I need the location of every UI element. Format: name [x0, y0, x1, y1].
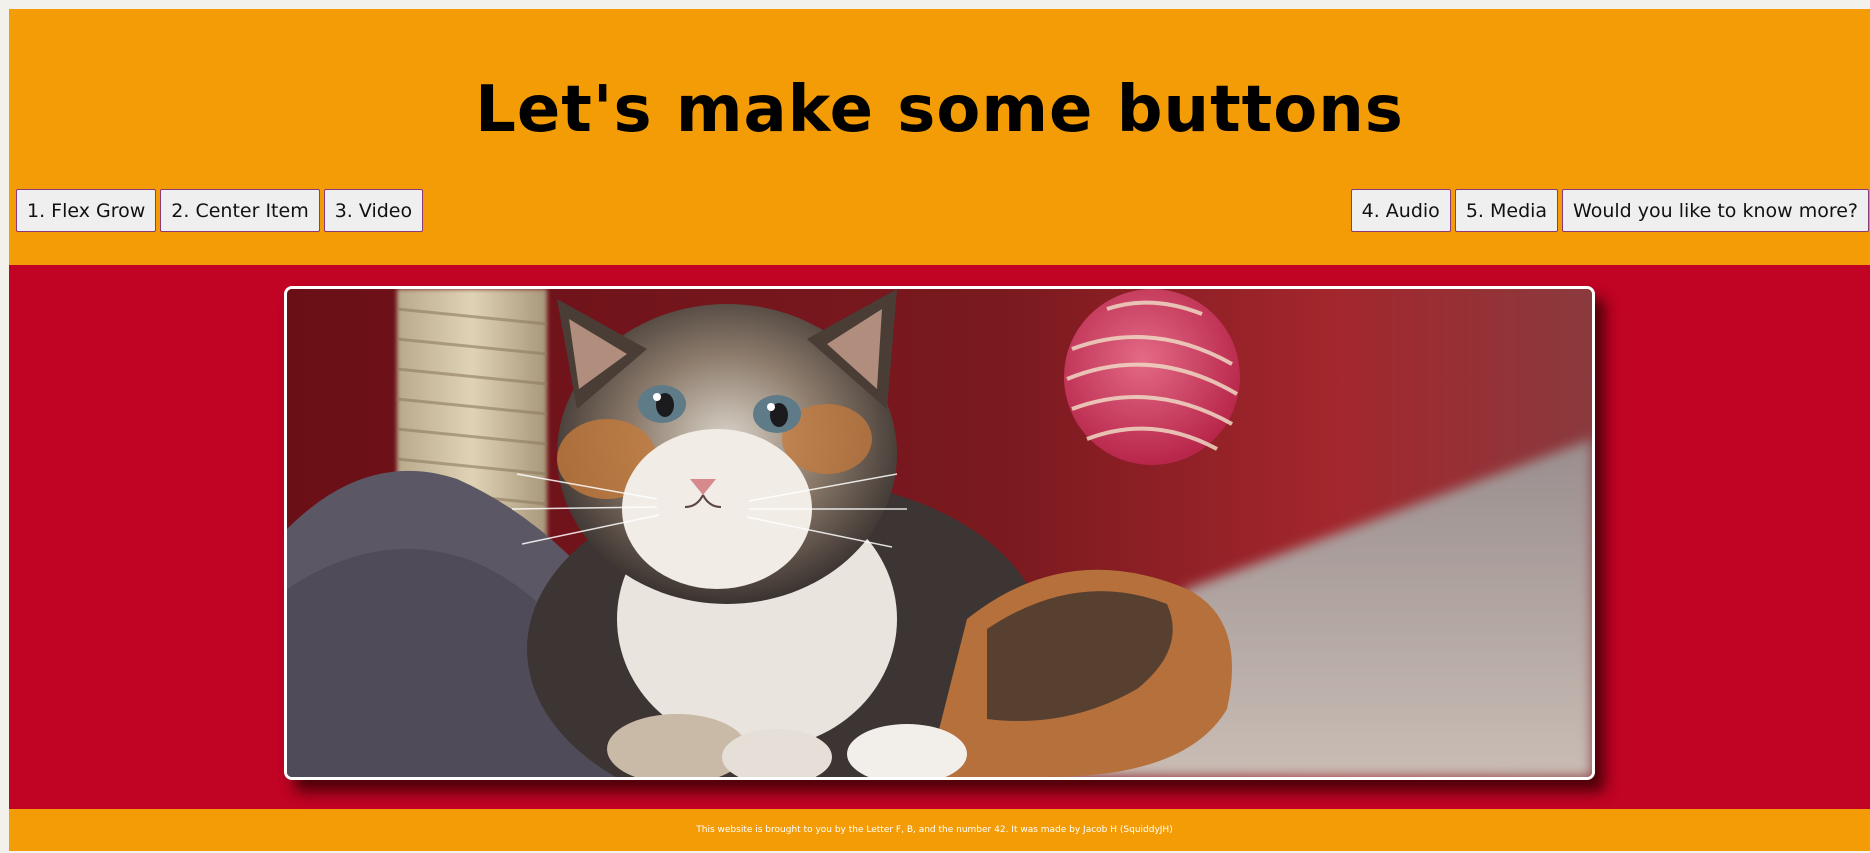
know-more-button[interactable]: Would you like to know more? [1562, 189, 1869, 232]
kitten-image [284, 286, 1595, 780]
kitten-illustration [287, 289, 1592, 777]
audio-button[interactable]: 4. Audio [1350, 189, 1451, 232]
site-header: Let's make some buttons 1. Flex Grow 2. … [9, 9, 1870, 265]
center-item-button[interactable]: 2. Center Item [160, 189, 320, 232]
flex-grow-button[interactable]: 1. Flex Grow [16, 189, 157, 232]
page-title: Let's make some buttons [475, 73, 1404, 147]
site-footer: This website is brought to you by the Le… [9, 809, 1870, 851]
footer-credit: This website is brought to you by the Le… [696, 825, 1173, 835]
page: Let's make some buttons 1. Flex Grow 2. … [9, 9, 1870, 851]
main-content [9, 265, 1870, 809]
left-button-group: 1. Flex Grow 2. Center Item 3. Video [16, 189, 424, 232]
video-button[interactable]: 3. Video [323, 189, 424, 232]
button-nav: 1. Flex Grow 2. Center Item 3. Video 4. … [16, 189, 1869, 232]
right-button-group: 4. Audio 5. Media Would you like to know… [1350, 189, 1869, 232]
media-button[interactable]: 5. Media [1454, 189, 1559, 232]
